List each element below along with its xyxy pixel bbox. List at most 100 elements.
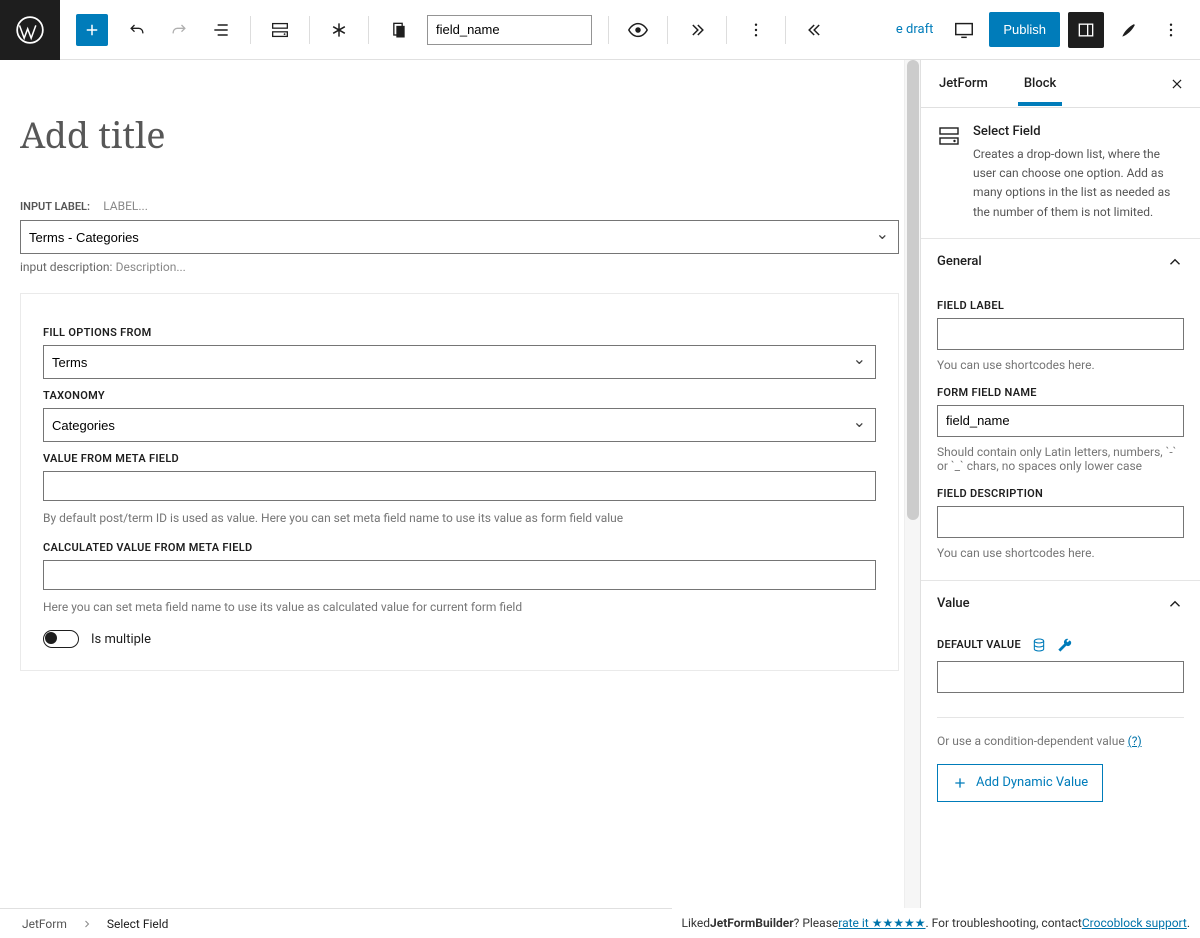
expand-button[interactable]	[676, 12, 718, 48]
tab-jetform[interactable]: JetForm	[921, 62, 1006, 105]
sidebar-toggle-button[interactable]	[1068, 12, 1104, 48]
crumb-leaf[interactable]: Select Field	[107, 917, 169, 931]
close-sidebar-button[interactable]	[1154, 67, 1200, 101]
sb-field-label-hint: You can use shortcodes here.	[937, 358, 1184, 372]
select-field-icon	[269, 19, 291, 41]
block-name-input[interactable]	[427, 15, 592, 45]
chevron-up-icon	[1166, 595, 1184, 613]
sb-form-field-name-input[interactable]	[937, 405, 1184, 437]
panel-value-body: DEFAULT VALUE Or use a condition-depende…	[921, 637, 1200, 822]
document-overview-button[interactable]	[200, 12, 242, 48]
sidebar-icon	[1076, 20, 1096, 40]
block-summary-section: Select Field Creates a drop-down list, w…	[921, 108, 1200, 239]
notice-bold: JetFormBuilder	[710, 916, 794, 930]
dots-vertical-icon	[747, 21, 765, 39]
toolbar-right-group: e draft Publish	[878, 0, 1200, 59]
sb-field-desc-hint: You can use shortcodes here.	[937, 546, 1184, 560]
panel-general-toggle[interactable]: General	[921, 239, 1200, 285]
rate-link[interactable]: rate it ★★★★★	[838, 916, 925, 930]
notice-t2: ? Please	[794, 916, 839, 930]
divider	[250, 16, 251, 44]
sb-field-label-input[interactable]	[937, 318, 1184, 350]
collapse-button[interactable]	[794, 12, 836, 48]
panel-value-label: Value	[937, 596, 970, 611]
save-draft-link[interactable]: e draft	[896, 22, 933, 37]
footer-notice: Liked JetFormBuilder ? Please rate it ★★…	[672, 908, 1200, 938]
block-title: Select Field	[973, 124, 1184, 139]
snippet-button[interactable]	[318, 12, 360, 48]
is-multiple-label: Is multiple	[91, 632, 151, 647]
sb-field-label-label: FIELD LABEL	[937, 299, 1184, 312]
inspector-sidebar: JetForm Block Select Field Creates a dro…	[920, 60, 1200, 908]
divider	[608, 16, 609, 44]
sb-form-field-name-hint: Should contain only Latin letters, numbe…	[937, 445, 1184, 473]
redo-button[interactable]	[158, 12, 200, 48]
dynamic-preset-button[interactable]	[1031, 637, 1047, 653]
sb-field-desc-label: FIELD DESCRIPTION	[937, 487, 1184, 500]
edit-button[interactable]	[1108, 12, 1150, 48]
divider	[309, 16, 310, 44]
divider	[726, 16, 727, 44]
panel-general-body: FIELD LABEL You can use shortcodes here.…	[921, 299, 1200, 580]
is-multiple-toggle[interactable]	[43, 630, 79, 648]
select-field-icon	[937, 124, 961, 148]
tab-block[interactable]: Block	[1006, 62, 1074, 105]
block-type-select-button[interactable]	[259, 12, 301, 48]
editor-canvas: Add title INPUT LABEL: LABEL... Terms - …	[0, 60, 920, 908]
add-dynamic-value-button[interactable]: Add Dynamic Value	[937, 764, 1103, 802]
block-description: Creates a drop-down list, where the user…	[973, 145, 1184, 222]
publish-button[interactable]: Publish	[989, 12, 1060, 47]
notice-t1: Liked	[682, 916, 710, 930]
support-link[interactable]: Crocoblock support	[1082, 916, 1187, 930]
input-label-placeholder[interactable]: LABEL...	[103, 199, 148, 213]
calc-meta-help: Here you can set meta field name to use …	[43, 600, 876, 614]
more-options-button[interactable]	[735, 12, 777, 48]
dots-vertical-icon	[1162, 21, 1180, 39]
top-toolbar: e draft Publish	[0, 0, 1200, 60]
plus-icon	[83, 21, 101, 39]
value-meta-input[interactable]	[43, 471, 876, 501]
panel-general-label: General	[937, 254, 982, 269]
editor-scrollbar[interactable]	[904, 60, 920, 908]
cond-help-link[interactable]: (?)	[1128, 734, 1142, 748]
asterisk-icon	[329, 20, 349, 40]
sb-field-desc-input[interactable]	[937, 506, 1184, 538]
crumb-root[interactable]: JetForm	[22, 917, 67, 931]
sidebar-tabs: JetForm Block	[921, 60, 1200, 108]
field-settings-block: FILL OPTIONS FROM Terms TAXONOMY Categor…	[20, 293, 899, 671]
wrench-icon	[1057, 637, 1073, 653]
input-desc-placeholder[interactable]: Description...	[116, 260, 186, 274]
copy-icon	[388, 20, 408, 40]
cond-text: Or use a condition-dependent value	[937, 734, 1128, 748]
value-meta-help: By default post/term ID is used as value…	[43, 511, 876, 525]
visibility-button[interactable]	[617, 12, 659, 48]
default-value-label: DEFAULT VALUE	[937, 638, 1021, 651]
list-icon	[211, 20, 231, 40]
main-options-button[interactable]	[1150, 12, 1192, 48]
divider	[667, 16, 668, 44]
value-meta-label: VALUE FROM META FIELD	[43, 452, 876, 465]
preview-button[interactable]	[943, 12, 985, 48]
post-title-input[interactable]: Add title	[20, 110, 899, 159]
close-icon	[1170, 77, 1184, 91]
add-block-button[interactable]	[76, 14, 108, 46]
default-value-input[interactable]	[937, 661, 1184, 693]
main-select-dropdown[interactable]: Terms - Categories	[20, 220, 899, 254]
sb-form-field-name-label: FORM FIELD NAME	[937, 386, 1184, 399]
input-label-caption: INPUT LABEL:	[20, 200, 90, 213]
wp-logo[interactable]	[0, 0, 60, 60]
wrench-button[interactable]	[1057, 637, 1073, 653]
redo-icon	[169, 20, 189, 40]
undo-button[interactable]	[116, 12, 158, 48]
undo-icon	[127, 20, 147, 40]
input-desc-caption: input description:	[20, 260, 112, 274]
calc-meta-input[interactable]	[43, 560, 876, 590]
copy-button[interactable]	[377, 12, 419, 48]
divider	[785, 16, 786, 44]
fill-from-dropdown[interactable]: Terms	[43, 345, 876, 379]
calc-meta-label: CALCULATED VALUE FROM META FIELD	[43, 541, 876, 554]
taxonomy-dropdown[interactable]: Categories	[43, 408, 876, 442]
chevrons-right-icon	[687, 20, 707, 40]
panel-value-toggle[interactable]: Value	[921, 581, 1200, 627]
notice-t3: . For troubleshooting, contact	[926, 916, 1082, 930]
